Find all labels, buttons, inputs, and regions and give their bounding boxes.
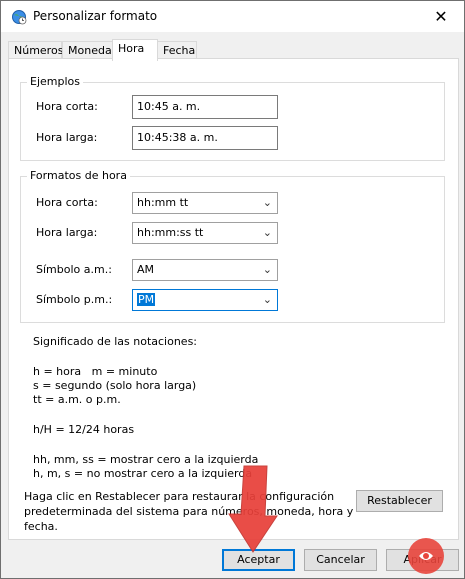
watermark-logo-icon (408, 538, 444, 574)
close-button[interactable]: ✕ (418, 1, 464, 32)
close-icon: ✕ (434, 7, 448, 26)
short-time-value: hh:mm tt (137, 196, 189, 209)
chevron-down-icon: ⌄ (262, 293, 272, 306)
notes-line-3: tt = a.m. o p.m. (33, 393, 121, 406)
chevron-down-icon: ⌄ (262, 263, 272, 276)
cancel-button[interactable]: Cancelar (304, 549, 377, 571)
formats-short-label: Hora corta: (36, 196, 98, 209)
formats-group: Formatos de hora Hora corta: hh:mm tt ⌄ … (20, 169, 445, 323)
examples-group: Ejemplos Hora corta: 10:45 a. m. Hora la… (20, 75, 445, 161)
globe-clock-icon (12, 10, 27, 25)
examples-group-title: Ejemplos (27, 75, 83, 88)
notes-line-4: h/H = 12/24 horas (33, 423, 135, 436)
notes-line-2: s = segundo (solo hora larga) (33, 379, 197, 392)
dialog-window: Personalizar formato ✕ Números Moneda Ho… (0, 0, 465, 579)
tab-hora[interactable]: Hora (112, 39, 158, 61)
long-time-value: hh:mm:ss tt (137, 226, 204, 239)
reset-text-line-2: predeterminada del sistema para números,… (24, 505, 354, 518)
notes-heading: Significado de las notaciones: (33, 335, 198, 348)
examples-long-value: 10:45:38 a. m. (132, 126, 278, 150)
examples-short-value: 10:45 a. m. (132, 95, 278, 119)
formats-long-label: Hora larga: (36, 226, 98, 239)
am-symbol-value: AM (137, 263, 155, 276)
window-title: Personalizar formato (33, 9, 158, 23)
notes-line-1: h = hora m = minuto (33, 365, 158, 378)
formats-group-title: Formatos de hora (27, 169, 130, 182)
long-time-select[interactable]: hh:mm:ss tt ⌄ (132, 222, 278, 244)
pm-symbol-select[interactable]: PM ⌄ (132, 289, 278, 311)
reset-text-line-3: fecha. (24, 520, 58, 533)
red-arrow-icon (228, 465, 278, 553)
pm-symbol-value: PM (137, 293, 156, 306)
reset-button[interactable]: Restablecer (356, 490, 443, 512)
examples-long-label: Hora larga: (36, 131, 98, 144)
chevron-down-icon: ⌄ (262, 226, 272, 239)
formats-pm-label: Símbolo p.m.: (36, 293, 113, 306)
examples-short-label: Hora corta: (36, 100, 98, 113)
am-symbol-select[interactable]: AM ⌄ (132, 259, 278, 281)
formats-am-label: Símbolo a.m.: (36, 263, 112, 276)
chevron-down-icon: ⌄ (262, 196, 272, 209)
short-time-select[interactable]: hh:mm tt ⌄ (132, 192, 278, 214)
title-bar[interactable]: Personalizar formato ✕ (1, 1, 464, 32)
reset-text-line-1: Haga clic en Restablecer para restaurar … (24, 490, 335, 503)
